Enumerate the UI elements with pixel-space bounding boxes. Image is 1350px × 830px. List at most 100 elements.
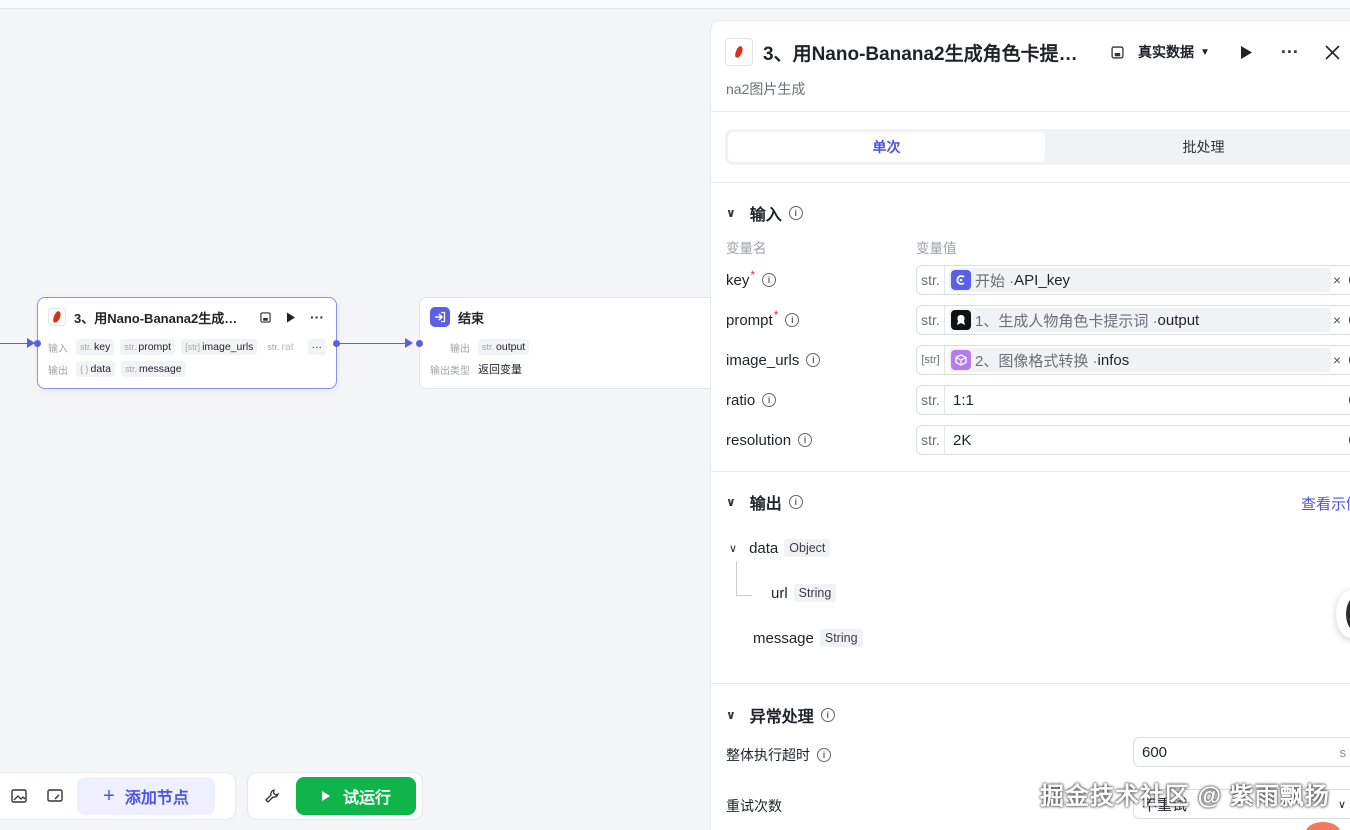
save-icon[interactable] xyxy=(1111,45,1124,59)
param-value-resolution[interactable]: str. 2K xyxy=(916,425,1350,455)
end-type-row: 输出类型 返回变量 xyxy=(420,358,718,380)
node-title: 3、用Nano-Banana2生成角色卡提示词 xyxy=(74,310,248,326)
node-config-panel: 3、用Nano-Banana2生成角色卡提示词 真实数据 ▼ ··· na2图片… xyxy=(710,20,1350,830)
pepper-icon xyxy=(725,38,753,66)
edge-main-to-end xyxy=(340,343,406,344)
plugin-icon xyxy=(951,350,971,370)
col-value-header: 变量值 xyxy=(916,241,957,256)
watermark: 掘金技术社区 @ 紫雨飘扬 xyxy=(1040,783,1330,810)
info-icon[interactable]: i xyxy=(762,273,777,287)
panel-subtitle: na2图片生成 xyxy=(726,81,806,97)
info-icon[interactable]: i xyxy=(762,393,777,407)
output-section-header[interactable]: ∨ 输出 i xyxy=(726,490,803,514)
test-run-button[interactable]: 试运行 xyxy=(296,777,416,815)
param-value-ratio[interactable]: str. 1:1 xyxy=(916,385,1350,415)
llm-icon xyxy=(951,310,971,330)
port-end-in[interactable] xyxy=(416,340,423,347)
error-section-header[interactable]: ∨ 异常处理 i xyxy=(726,703,835,727)
chevron-down-icon[interactable]: ∨ xyxy=(726,206,736,220)
param-value-image-urls[interactable]: [str] 2、图像格式转换 · infos × xyxy=(916,345,1350,375)
chevron-down-icon[interactable]: ∨ xyxy=(726,708,736,722)
output-chip-data: { } data xyxy=(76,361,115,377)
comment-icon[interactable] xyxy=(37,778,73,814)
output-row-message: message String xyxy=(753,629,863,647)
input-section-header[interactable]: ∨ 输入 i xyxy=(726,201,803,225)
edge-main-to-end-arrow xyxy=(405,338,413,348)
input-chip-image-urls: [str] image_urls xyxy=(181,339,258,355)
clear-icon[interactable]: × xyxy=(1333,272,1341,288)
port-main-out[interactable] xyxy=(333,340,340,347)
header-divider xyxy=(711,111,1350,112)
tab-batch[interactable]: 批处理 xyxy=(1045,132,1350,162)
output-divider xyxy=(711,683,1350,684)
play-icon[interactable] xyxy=(282,308,300,326)
param-row-image-urls: image_urls i [str] 2、图像格式转换 · infos × xyxy=(726,345,1350,375)
play-icon[interactable] xyxy=(1240,45,1253,60)
info-icon[interactable]: i xyxy=(788,206,803,220)
clear-icon[interactable]: × xyxy=(1333,352,1341,368)
param-value-prompt[interactable]: str. 1、生成人物角色卡提示词 · output × xyxy=(916,305,1350,335)
input-divider xyxy=(711,471,1350,472)
output-row-data: ∨ data Object xyxy=(729,539,831,557)
mode-tabs: 单次 批处理 xyxy=(725,129,1350,165)
more-icon[interactable]: ··· xyxy=(308,308,326,326)
save-icon[interactable] xyxy=(256,308,274,326)
info-icon[interactable]: i xyxy=(788,495,803,509)
tabs-divider xyxy=(711,182,1350,183)
more-icon[interactable]: ··· xyxy=(1281,42,1299,63)
port-main-in[interactable] xyxy=(34,340,41,347)
clear-icon[interactable]: × xyxy=(1333,312,1341,328)
col-name-header: 变量名 xyxy=(726,241,767,256)
end-type-value: 返回变量 xyxy=(478,364,522,376)
chevron-down-icon[interactable]: ∨ xyxy=(726,495,736,509)
info-icon[interactable]: i xyxy=(785,313,800,327)
workflow-canvas[interactable] xyxy=(0,10,710,830)
end-node-header: 结束 xyxy=(420,298,718,336)
panel-title: 3、用Nano-Banana2生成角色卡提示词 xyxy=(763,43,1085,65)
panel-header: 3、用Nano-Banana2生成角色卡提示词 真实数据 ▼ ··· xyxy=(725,36,1350,68)
end-output-row: 输出 str. output xyxy=(420,336,718,358)
timeout-label: 整体执行超时 i xyxy=(726,745,831,765)
param-value-key[interactable]: str. 开始 · API_key × xyxy=(916,265,1350,295)
caret-down-icon[interactable]: ▼ xyxy=(1200,47,1210,58)
output-chip-message: str. message xyxy=(120,361,186,377)
retry-label: 重试次数 xyxy=(726,798,782,814)
close-icon[interactable] xyxy=(1325,44,1340,60)
node-outputs-row: 输出 { } data str. message xyxy=(38,358,336,380)
param-row-resolution: resolution i str. 2K xyxy=(726,425,1350,455)
chevron-down-icon[interactable]: ∨ xyxy=(1338,798,1346,811)
pepper-icon xyxy=(48,308,66,326)
edge-incoming xyxy=(0,343,28,344)
output-row-url: url String xyxy=(771,584,837,602)
info-icon[interactable]: i xyxy=(798,433,813,447)
node-nano-banana[interactable]: 3、用Nano-Banana2生成角色卡提示词 ··· 输入 str.key s… xyxy=(37,297,337,389)
info-icon[interactable]: i xyxy=(820,708,835,722)
node-inputs-row: 输入 str. key str. prompt [str] image_urls st… xyxy=(38,336,336,358)
data-mode-select[interactable]: 真实数据 xyxy=(1138,42,1194,62)
tree-line xyxy=(736,561,737,595)
image-export-icon[interactable] xyxy=(1,778,37,814)
plus-icon: + xyxy=(103,784,115,807)
more-inputs-icon[interactable]: ··· xyxy=(307,339,326,355)
node-end[interactable]: 结束 输出 str. output 输出类型 返回变量 xyxy=(419,297,719,389)
timeout-input[interactable]: 600 s xyxy=(1133,737,1350,767)
param-row-key: key * i str. 开始 · API_key × xyxy=(726,265,1350,295)
info-icon[interactable]: i xyxy=(817,748,831,762)
start-icon xyxy=(951,270,971,290)
param-row-prompt: prompt * i str. 1、生成人物角色卡提示词 · output × xyxy=(726,305,1350,335)
end-node-title: 结束 xyxy=(458,310,485,326)
param-row-ratio: ratio i str. 1:1 xyxy=(726,385,1350,415)
end-output-chip: str. output xyxy=(478,339,530,355)
wrench-icon[interactable] xyxy=(254,778,290,814)
run-toolbar: 试运行 xyxy=(247,772,423,820)
tree-line xyxy=(736,595,752,596)
input-chip-key: str. key xyxy=(76,339,115,355)
run-play-icon xyxy=(321,791,330,801)
info-icon[interactable]: i xyxy=(806,353,821,367)
add-node-button[interactable]: + 添加节点 xyxy=(77,777,215,815)
chevron-down-icon[interactable]: ∨ xyxy=(729,542,737,555)
input-chip-prompt: str. prompt xyxy=(120,339,176,355)
input-chip-ratio: str. rat xyxy=(267,341,294,353)
view-example-link[interactable]: 查看示例 xyxy=(1301,493,1350,514)
tab-single[interactable]: 单次 xyxy=(728,132,1045,162)
